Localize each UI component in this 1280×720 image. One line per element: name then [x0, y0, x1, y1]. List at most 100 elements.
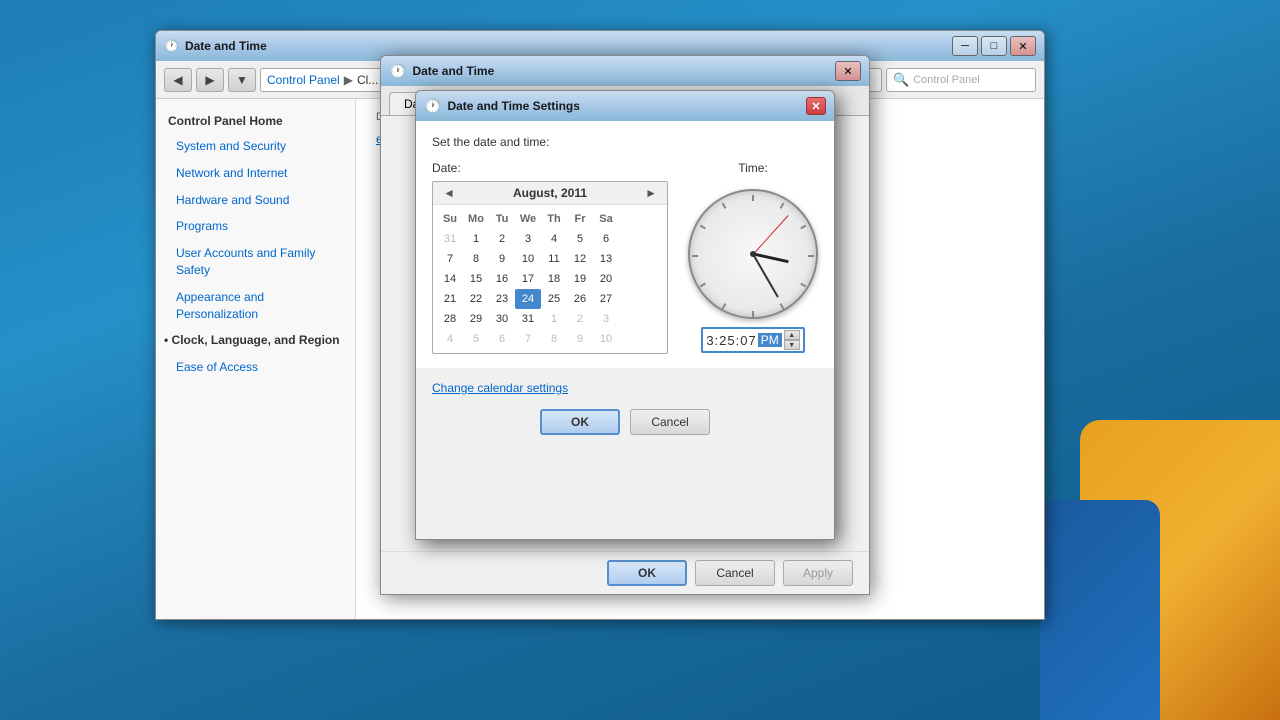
calendar-section: Date: ◄ August, 2011 ► Su Mo Tu We: [432, 161, 668, 354]
sidebar-item-user-accounts[interactable]: User Accounts and Family Safety: [156, 240, 355, 284]
calendar-prev-btn[interactable]: ◄: [439, 186, 459, 200]
cal-day-31[interactable]: 31: [515, 309, 541, 329]
clock-tick-2: [800, 225, 806, 230]
cal-day-7-next[interactable]: 7: [515, 329, 541, 349]
cal-day-1[interactable]: 1: [463, 229, 489, 249]
cal-day-10[interactable]: 10: [515, 249, 541, 269]
breadcrumb-control-panel[interactable]: Control Panel: [267, 73, 340, 87]
cal-day-4-next[interactable]: 4: [437, 329, 463, 349]
cal-day-4[interactable]: 4: [541, 229, 567, 249]
time-spinner-up[interactable]: ▲: [784, 330, 800, 340]
dialog-inner-close[interactable]: ✕: [806, 97, 826, 115]
cal-day-18[interactable]: 18: [541, 269, 567, 289]
dialog-outer-cancel-button[interactable]: Cancel: [695, 560, 775, 586]
cal-day-2[interactable]: 2: [489, 229, 515, 249]
sidebar-item-system-security[interactable]: System and Security: [156, 133, 355, 160]
change-calendar-settings-link[interactable]: Change calendar settings: [432, 381, 568, 395]
cal-day-28[interactable]: 28: [437, 309, 463, 329]
clock-tick-7: [722, 303, 727, 309]
cal-day-5[interactable]: 5: [567, 229, 593, 249]
cal-day-5-next[interactable]: 5: [463, 329, 489, 349]
cal-day-3[interactable]: 3: [515, 229, 541, 249]
cal-day-16[interactable]: 16: [489, 269, 515, 289]
clock-tick-11: [722, 203, 727, 209]
time-spinner[interactable]: ▲ ▼: [784, 330, 800, 350]
cal-day-17[interactable]: 17: [515, 269, 541, 289]
main-window-maximize[interactable]: □: [981, 36, 1007, 56]
cal-day-6-next[interactable]: 6: [489, 329, 515, 349]
cal-header-tu: Tu: [489, 209, 515, 229]
time-ampm[interactable]: PM: [758, 333, 782, 347]
main-window-icon: 🕐: [164, 39, 179, 53]
main-window-close[interactable]: ✕: [1010, 36, 1036, 56]
sidebar-item-ease-access[interactable]: Ease of Access: [156, 354, 355, 381]
dialog-outer-title-area: 🕐 Date and Time: [389, 63, 494, 80]
cal-day-12[interactable]: 12: [567, 249, 593, 269]
dialog-inner-icon: 🕐: [424, 98, 441, 115]
main-window-title-area: 🕐 Date and Time: [164, 39, 267, 53]
cal-day-7[interactable]: 7: [437, 249, 463, 269]
cal-header-mo: Mo: [463, 209, 489, 229]
calendar-next-btn[interactable]: ►: [641, 186, 661, 200]
cal-day-25[interactable]: 25: [541, 289, 567, 309]
dialog-inner-ok-button[interactable]: OK: [540, 409, 620, 435]
cal-day-8-next[interactable]: 8: [541, 329, 567, 349]
cal-day-14[interactable]: 14: [437, 269, 463, 289]
dialog-outer-icon: 🕐: [389, 63, 406, 80]
cal-day-24-selected[interactable]: 24: [515, 289, 541, 309]
clock-tick-3: [808, 255, 814, 257]
dialog-outer-controls: ✕: [835, 61, 861, 81]
cal-day-9-next[interactable]: 9: [567, 329, 593, 349]
search-placeholder: Control Panel: [913, 74, 980, 86]
cal-day-31-prev[interactable]: 31: [437, 229, 463, 249]
cal-day-11[interactable]: 11: [541, 249, 567, 269]
back-button[interactable]: ◀: [164, 68, 192, 92]
sidebar-item-appearance[interactable]: Appearance and Personalization: [156, 284, 355, 328]
dialog-inner-titlebar: 🕐 Date and Time Settings ✕: [416, 91, 834, 121]
dialog-outer-footer: OK Cancel Apply: [381, 551, 869, 594]
clock-tick-8: [700, 283, 706, 288]
cal-day-10-next[interactable]: 10: [593, 329, 619, 349]
calendar-header-row: Su Mo Tu We Th Fr Sa: [437, 209, 663, 229]
sidebar-item-hardware-sound[interactable]: Hardware and Sound: [156, 187, 355, 214]
set-date-time-label: Set the date and time:: [432, 135, 818, 149]
cal-day-15[interactable]: 15: [463, 269, 489, 289]
sidebar-item-network-internet[interactable]: Network and Internet: [156, 160, 355, 187]
time-input-row[interactable]: 3:25:07 PM ▲ ▼: [701, 327, 804, 353]
cal-day-3-next[interactable]: 3: [593, 309, 619, 329]
forward-button[interactable]: ▶: [196, 68, 224, 92]
cal-day-20[interactable]: 20: [593, 269, 619, 289]
cal-day-13[interactable]: 13: [593, 249, 619, 269]
search-box[interactable]: 🔍 Control Panel: [886, 68, 1036, 92]
calendar-grid: Su Mo Tu We Th Fr Sa 31 1 2: [433, 205, 667, 353]
sidebar-item-clock-language[interactable]: Clock, Language, and Region: [156, 327, 355, 354]
cal-day-6[interactable]: 6: [593, 229, 619, 249]
time-spinner-down[interactable]: ▼: [784, 340, 800, 350]
dialog-outer-close[interactable]: ✕: [835, 61, 861, 81]
calendar-time-row: Date: ◄ August, 2011 ► Su Mo Tu We: [432, 161, 818, 354]
clock-tick-9: [692, 255, 698, 257]
cal-day-30[interactable]: 30: [489, 309, 515, 329]
dialog-outer-apply-button[interactable]: Apply: [783, 560, 853, 586]
sidebar-item-control-panel-home[interactable]: Control Panel Home: [156, 109, 355, 133]
cal-day-9[interactable]: 9: [489, 249, 515, 269]
cal-day-2-next[interactable]: 2: [567, 309, 593, 329]
cal-day-27[interactable]: 27: [593, 289, 619, 309]
dialog-outer-ok-button[interactable]: OK: [607, 560, 687, 586]
cal-day-29[interactable]: 29: [463, 309, 489, 329]
main-window-minimize[interactable]: ─: [952, 36, 978, 56]
calendar-header: ◄ August, 2011 ►: [433, 182, 667, 205]
time-label: Time:: [738, 161, 768, 175]
dialog-inner-cancel-button[interactable]: Cancel: [630, 409, 710, 435]
dialog-outer-title-text: Date and Time: [412, 64, 494, 78]
cal-day-22[interactable]: 22: [463, 289, 489, 309]
sidebar-item-programs[interactable]: Programs: [156, 213, 355, 240]
cal-day-23[interactable]: 23: [489, 289, 515, 309]
calendar-widget[interactable]: ◄ August, 2011 ► Su Mo Tu We Th Fr: [432, 181, 668, 354]
cal-day-19[interactable]: 19: [567, 269, 593, 289]
cal-day-1-next[interactable]: 1: [541, 309, 567, 329]
cal-day-21[interactable]: 21: [437, 289, 463, 309]
cal-day-26[interactable]: 26: [567, 289, 593, 309]
cal-day-8[interactable]: 8: [463, 249, 489, 269]
up-button[interactable]: ▼: [228, 68, 256, 92]
